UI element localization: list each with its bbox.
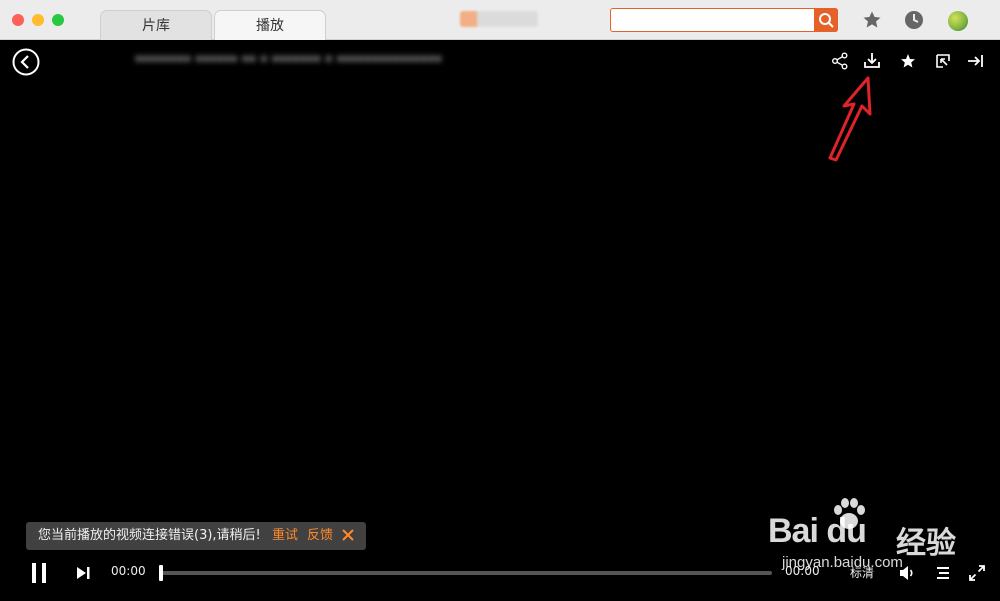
close-icon[interactable] — [342, 529, 354, 541]
paw-icon — [834, 498, 865, 529]
annotation-arrow-icon — [828, 76, 872, 162]
window-maximize-button[interactable] — [52, 14, 64, 26]
video-title: ******** ****** ** * ******* * *********… — [135, 54, 442, 70]
current-time: 00:00 — [111, 564, 146, 578]
search-box — [610, 8, 838, 32]
window-titlebar: 片库 播放 — [0, 0, 1000, 40]
playlist-icon[interactable] — [934, 564, 952, 582]
next-icon[interactable] — [75, 565, 91, 581]
tab-library[interactable]: 片库 — [100, 10, 212, 40]
user-avatar[interactable] — [948, 11, 968, 31]
back-arrow-icon[interactable] — [12, 48, 40, 76]
error-toast: 您当前播放的视频连接错误(3),请稍后! 重试 反馈 — [26, 522, 366, 550]
window-minimize-button[interactable] — [32, 14, 44, 26]
pause-icon[interactable] — [30, 562, 48, 584]
retry-link[interactable]: 重试 — [272, 522, 298, 550]
history-clock-icon[interactable] — [904, 10, 924, 30]
share-icon[interactable] — [830, 51, 850, 71]
error-message: 您当前播放的视频连接错误(3),请稍后! — [38, 528, 261, 543]
progress-handle[interactable] — [159, 565, 163, 581]
app-logo — [460, 11, 538, 27]
search-input[interactable] — [617, 12, 811, 30]
quality-selector[interactable]: 标清 — [850, 564, 874, 581]
collect-star-icon[interactable] — [898, 51, 918, 71]
download-icon[interactable] — [862, 51, 882, 71]
total-time: 00:00 — [785, 564, 820, 578]
mini-window-icon[interactable] — [933, 51, 953, 71]
player-controls: 00:00 00:00 标清 — [0, 554, 1000, 594]
tab-play[interactable]: 播放 — [214, 10, 326, 40]
search-icon — [819, 13, 834, 28]
volume-icon[interactable] — [898, 564, 916, 582]
favorites-star-icon[interactable] — [862, 10, 882, 30]
search-button[interactable] — [814, 8, 838, 32]
fullscreen-icon[interactable] — [968, 564, 986, 582]
progress-bar[interactable] — [159, 565, 772, 581]
window-close-button[interactable] — [12, 14, 24, 26]
feedback-link[interactable]: 反馈 — [307, 522, 333, 550]
pin-icon[interactable] — [966, 51, 986, 71]
